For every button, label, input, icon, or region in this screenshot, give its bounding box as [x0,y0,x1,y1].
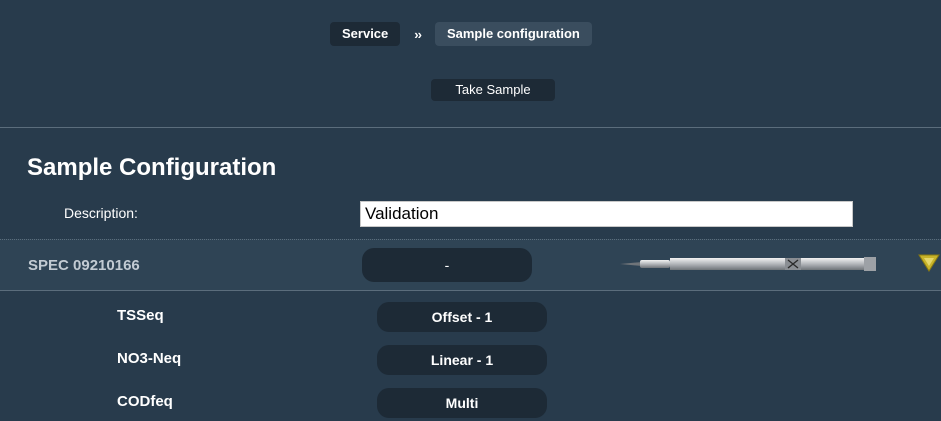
top-navigation-bar: Service ›› Sample configuration Take Sam… [0,0,941,128]
parameter-name: TSSeq [117,307,164,324]
parameter-name: CODfeq [117,393,173,410]
spec-select[interactable]: - [362,248,532,282]
breadcrumb-separator-icon: ›› [414,26,422,42]
parameter-name: NO3-Neq [117,350,182,367]
breadcrumb-service[interactable]: Service [330,22,401,46]
sensor-probe-icon [620,257,876,271]
page-title: Sample Configuration [27,154,277,181]
take-sample-button[interactable]: Take Sample [431,79,555,101]
breadcrumb: Service ›› Sample configuration [330,21,592,47]
parameter-select[interactable]: Linear - 1 [377,345,547,375]
description-input[interactable] [360,201,853,227]
parameter-row: NO3-Neq Linear - 1 [0,344,941,375]
spec-row: SPEC 09210166 - [0,239,941,291]
description-label: Description: [64,205,138,221]
breadcrumb-sample-configuration[interactable]: Sample configuration [434,22,592,46]
parameter-row: TSSeq Offset - 1 [0,301,941,332]
parameter-row: CODfeq Multi [0,387,941,418]
parameter-select[interactable]: Multi [377,388,547,418]
spec-label: SPEC 09210166 [28,257,140,274]
parameter-select[interactable]: Offset - 1 [377,302,547,332]
triangle-down-icon[interactable] [917,252,941,274]
